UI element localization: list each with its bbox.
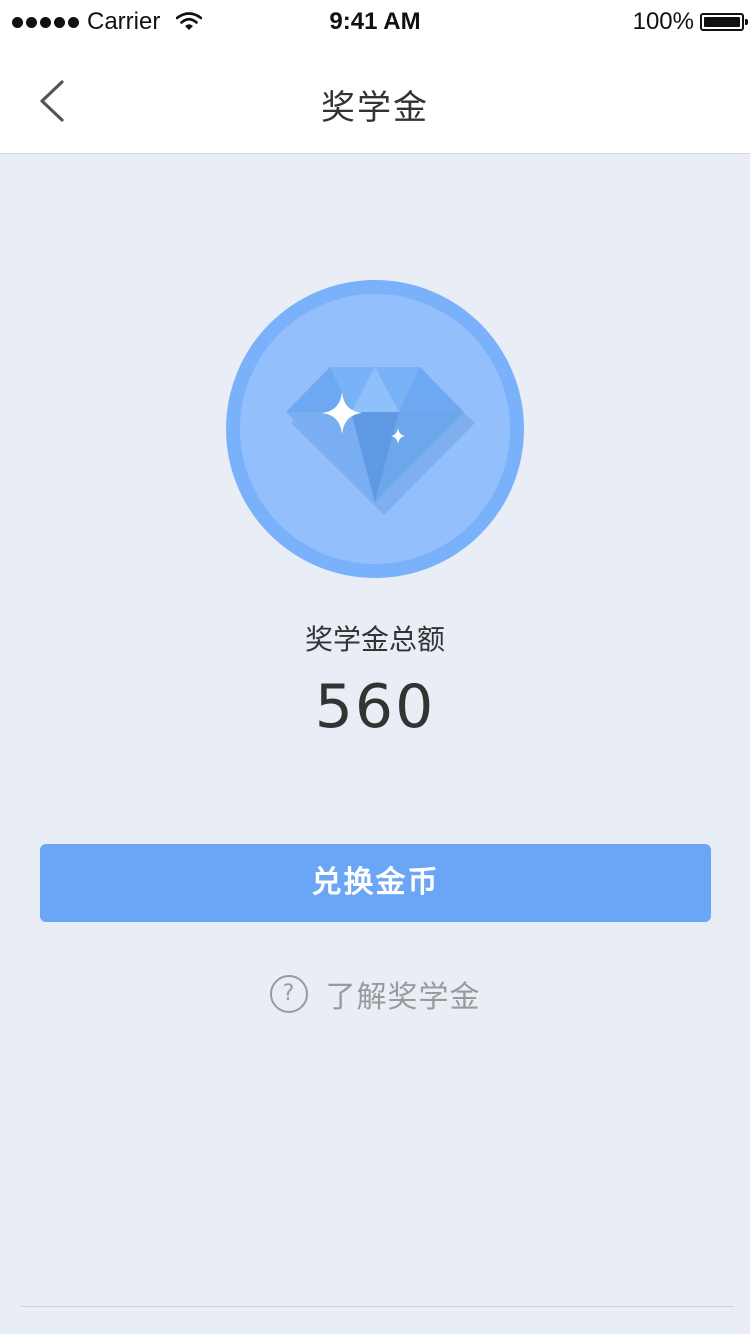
scholarship-badge bbox=[226, 280, 524, 578]
battery-icon bbox=[700, 13, 748, 31]
status-right: 100% bbox=[632, 8, 748, 36]
question-circle-icon: ? bbox=[269, 975, 308, 1013]
diamond-icon bbox=[286, 367, 475, 515]
battery-percent: 100% bbox=[632, 8, 694, 35]
learn-scholarship-label: 了解奖学金 bbox=[325, 980, 481, 1015]
total-value: 560 bbox=[314, 672, 436, 742]
status-bar: Carrier 9:41 AM 100% bbox=[0, 0, 750, 44]
total-label: 奖学金总额 bbox=[304, 623, 445, 656]
learn-scholarship-link[interactable]: ? 了解奖学金 bbox=[0, 972, 750, 1016]
bottom-divider bbox=[20, 1306, 734, 1307]
page-title: 奖学金 bbox=[321, 88, 429, 128]
exchange-coins-button[interactable]: 兑换金币 bbox=[40, 844, 711, 922]
nav-bar: 奖学金 bbox=[0, 44, 750, 154]
